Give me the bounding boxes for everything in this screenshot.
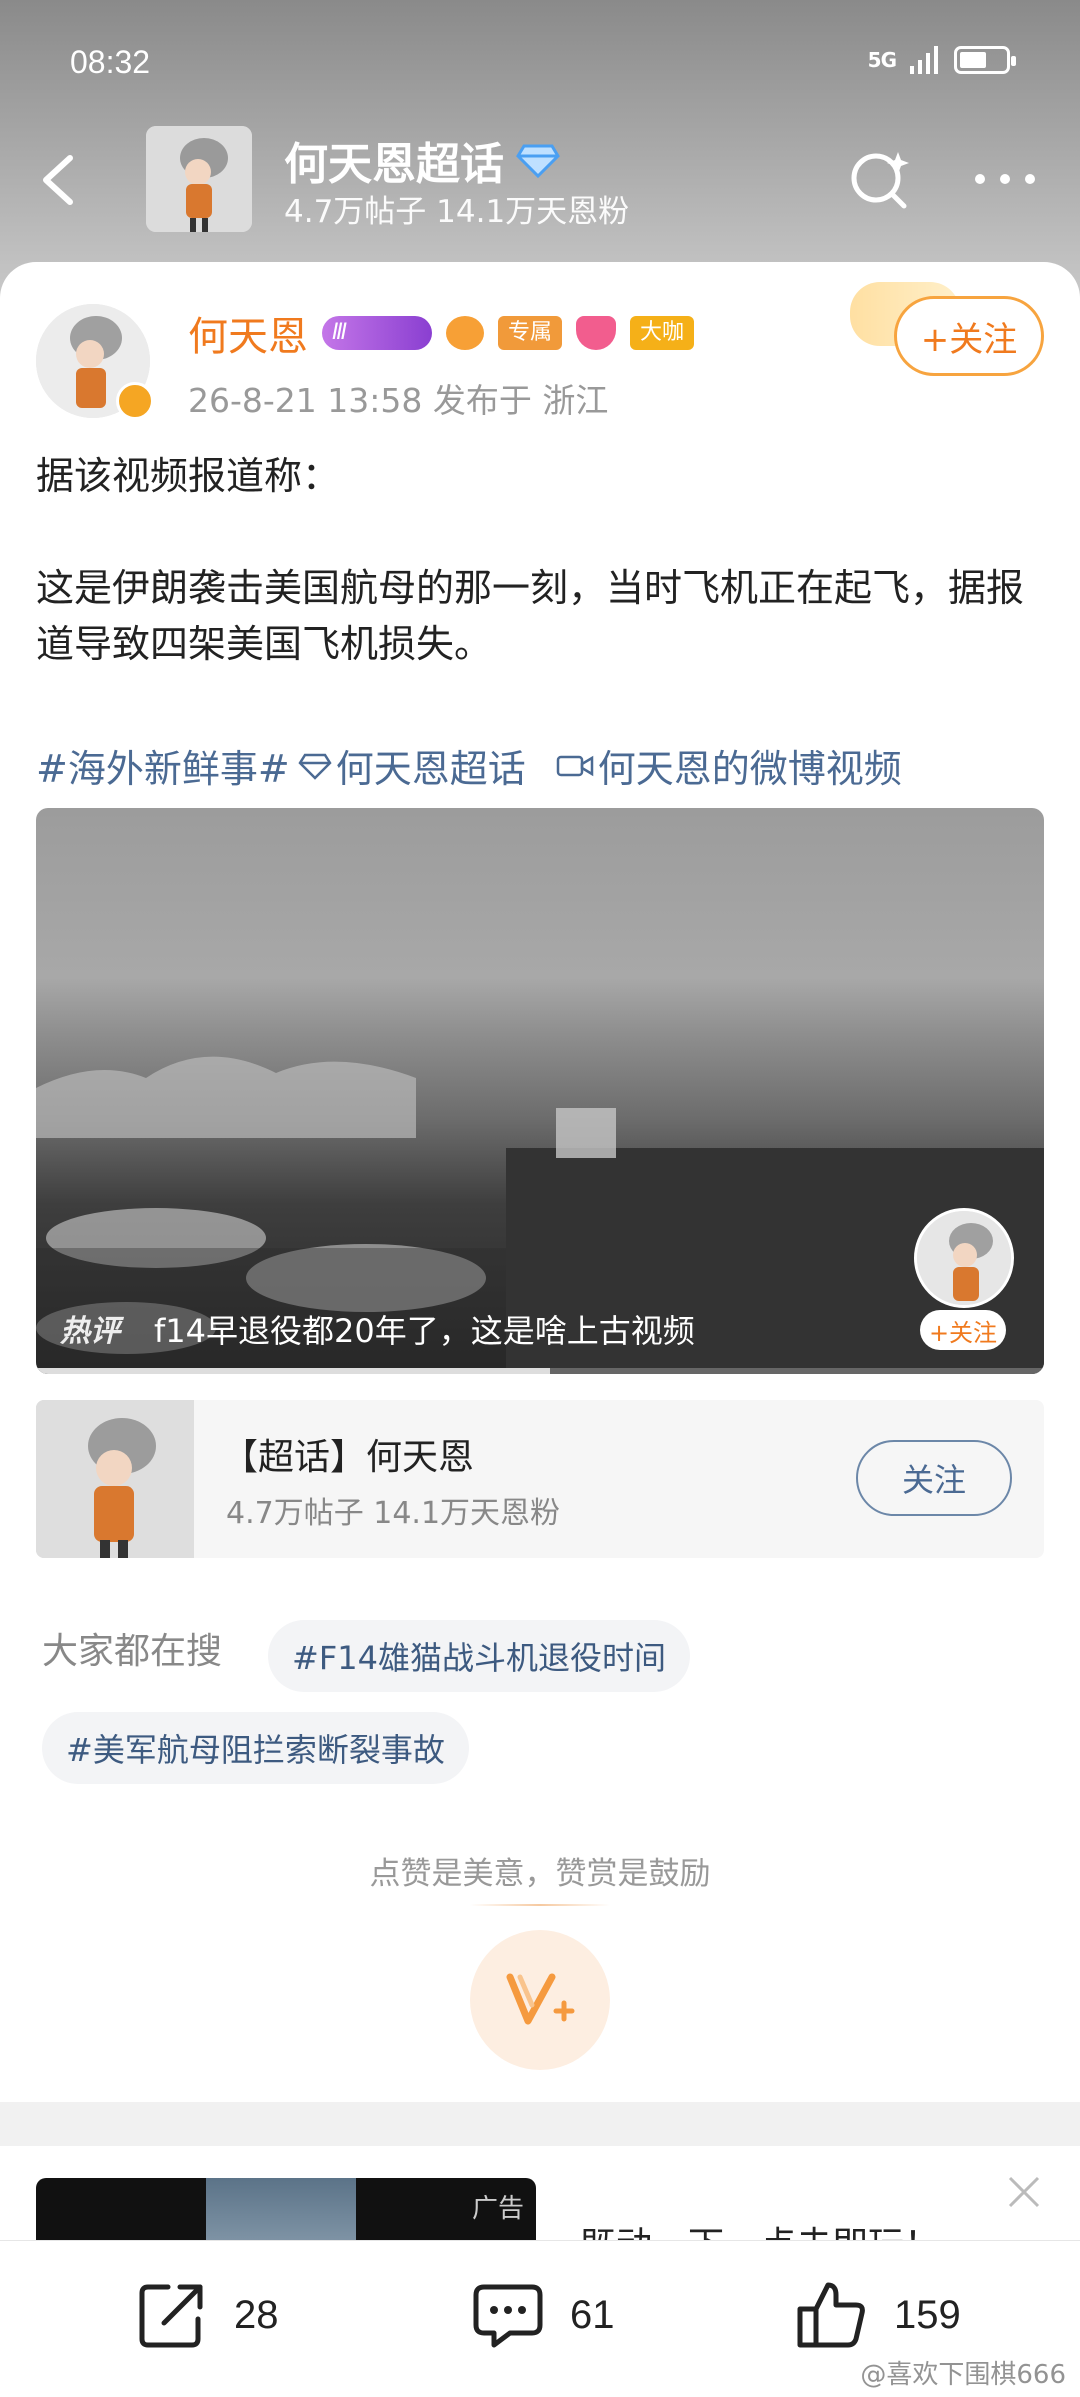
share-icon bbox=[139, 2284, 203, 2348]
hashtag-link[interactable]: #海外新鲜事# bbox=[36, 738, 290, 793]
supertopic-stats: 4.7万帖子 14.1万天恩粉 bbox=[226, 1496, 561, 1531]
like-button[interactable]: 159 bbox=[794, 2277, 961, 2353]
ad-image-scene bbox=[206, 2178, 356, 2246]
video-progress-bar[interactable] bbox=[36, 1368, 1044, 1374]
search-button[interactable] bbox=[846, 144, 916, 214]
post-body: 据该视频报道称： 这是伊朗袭击美国航母的那一刻，当时飞机正在起飞，据报道导致四架… bbox=[36, 448, 1046, 672]
fish-badge-icon bbox=[446, 316, 484, 350]
video-progress-fill bbox=[36, 1368, 551, 1374]
level-badge: Ⅲ bbox=[322, 316, 432, 350]
author-name[interactable]: 何天恩 bbox=[188, 304, 308, 362]
system-icons: 5G bbox=[867, 46, 1016, 74]
back-button[interactable] bbox=[32, 144, 92, 216]
status-bar: 08:32 5G bbox=[0, 0, 1080, 130]
like-count: 159 bbox=[894, 2292, 961, 2337]
section-separator bbox=[0, 2112, 1080, 2146]
hot-comment-label: 热评 bbox=[60, 1314, 120, 1349]
verified-badge-icon bbox=[116, 382, 154, 420]
close-icon[interactable] bbox=[1004, 2172, 1044, 2212]
top-nav: 何天恩超话 4.7万帖子 14.1万天恩粉 bbox=[0, 120, 1080, 240]
thumbs-up-icon bbox=[797, 2282, 865, 2348]
supertopic-link-label: 何天恩超话 bbox=[335, 747, 526, 791]
search-sparkle-icon bbox=[851, 152, 909, 209]
share-button[interactable]: 28 bbox=[134, 2277, 279, 2353]
supertopic-link[interactable]: 何天恩超话 bbox=[298, 738, 526, 793]
topic-avatar[interactable] bbox=[146, 126, 252, 232]
diamond-outline-icon bbox=[298, 753, 332, 780]
post-paragraph: 这是伊朗袭击美国航母的那一刻，当时飞机正在起飞，据报道导致四架美国飞机损失。 bbox=[36, 566, 1025, 666]
reward-button[interactable] bbox=[470, 1930, 610, 2070]
reward-v-plus-icon bbox=[506, 1973, 575, 2025]
comment-button[interactable]: 61 bbox=[470, 2277, 615, 2353]
video-link-label: 何天恩的微博视频 bbox=[597, 747, 902, 791]
topic-stats: 4.7万帖子 14.1万天恩粉 bbox=[284, 194, 630, 230]
reward-text: 点赞是美意，赞赏是鼓励 bbox=[369, 1856, 711, 1892]
status-time: 08:32 bbox=[70, 44, 151, 80]
video-camera-icon bbox=[556, 755, 593, 776]
supertopic-card[interactable]: 【超话】何天恩 4.7万帖子 14.1万天恩粉 关注 bbox=[36, 1400, 1044, 1558]
share-count: 28 bbox=[234, 2292, 279, 2337]
video-player[interactable]: 热评 f14早退役都20年了，这是啥上古视频 +关注 bbox=[36, 808, 1044, 1374]
diamond-icon bbox=[516, 144, 560, 178]
video-frame-illustration bbox=[36, 1056, 1044, 1374]
ad-label: 广告 bbox=[471, 2194, 524, 2224]
watermark: @喜欢下围棋666 bbox=[860, 2360, 1066, 2390]
gem-badge-icon bbox=[576, 316, 617, 350]
post-tags: #海外新鲜事# 何天恩超话 何天恩的微博视频 bbox=[36, 738, 1046, 793]
signal-icon: 5G bbox=[867, 48, 897, 72]
trending-search-label: 大家都在搜 bbox=[42, 1631, 223, 1672]
comment-icon bbox=[473, 2284, 543, 2348]
reward-divider bbox=[470, 1904, 610, 1906]
battery-icon bbox=[954, 46, 1016, 74]
video-follow-button[interactable]: +关注 bbox=[920, 1310, 1006, 1350]
signal-bars-icon bbox=[910, 46, 938, 74]
post-paragraph: 据该视频报道称： bbox=[36, 454, 341, 498]
supertopic-title: 【超话】何天恩 bbox=[222, 1437, 475, 1478]
post-meta: 26-8-21 13:58 发布于 浙江 bbox=[188, 381, 609, 420]
back-arrow-icon bbox=[43, 155, 73, 205]
exclusive-badge: 专属 bbox=[498, 316, 563, 350]
search-chip[interactable]: #F14雄猫战斗机退役时间 bbox=[268, 1620, 690, 1692]
video-author-avatar[interactable] bbox=[914, 1208, 1014, 1308]
avatar-illustration bbox=[146, 126, 252, 232]
topic-title-text: 何天恩超话 bbox=[284, 139, 504, 190]
ad-image[interactable]: 广告 bbox=[36, 2178, 536, 2246]
supertopic-illustration bbox=[36, 1400, 194, 1558]
more-dots-icon bbox=[975, 174, 1035, 184]
nav-actions bbox=[846, 144, 1040, 214]
search-chip[interactable]: #美军航母阻拦索断裂事故 bbox=[42, 1712, 469, 1784]
author-row: 何天恩 Ⅲ 专属 大咖 bbox=[188, 304, 695, 362]
hot-comment-text: f14早退役都20年了，这是啥上古视频 bbox=[154, 1312, 695, 1350]
more-button[interactable] bbox=[970, 144, 1040, 214]
supertopic-follow-button[interactable]: 关注 bbox=[856, 1440, 1012, 1516]
follow-button[interactable]: +关注 bbox=[894, 296, 1044, 376]
comment-count: 61 bbox=[570, 2292, 615, 2337]
vip-badge: 大咖 bbox=[630, 316, 695, 350]
supertopic-image bbox=[36, 1400, 194, 1558]
ad-section[interactable]: 广告 既动一下，点击即玩！ bbox=[0, 2146, 1080, 2246]
topic-title: 何天恩超话 bbox=[284, 128, 560, 192]
post-card: 何天恩 Ⅲ 专属 大咖 26-8-21 13:58 发布于 浙江 +关注 据该视… bbox=[0, 262, 1080, 2102]
video-link[interactable]: 何天恩的微博视频 bbox=[556, 738, 902, 793]
